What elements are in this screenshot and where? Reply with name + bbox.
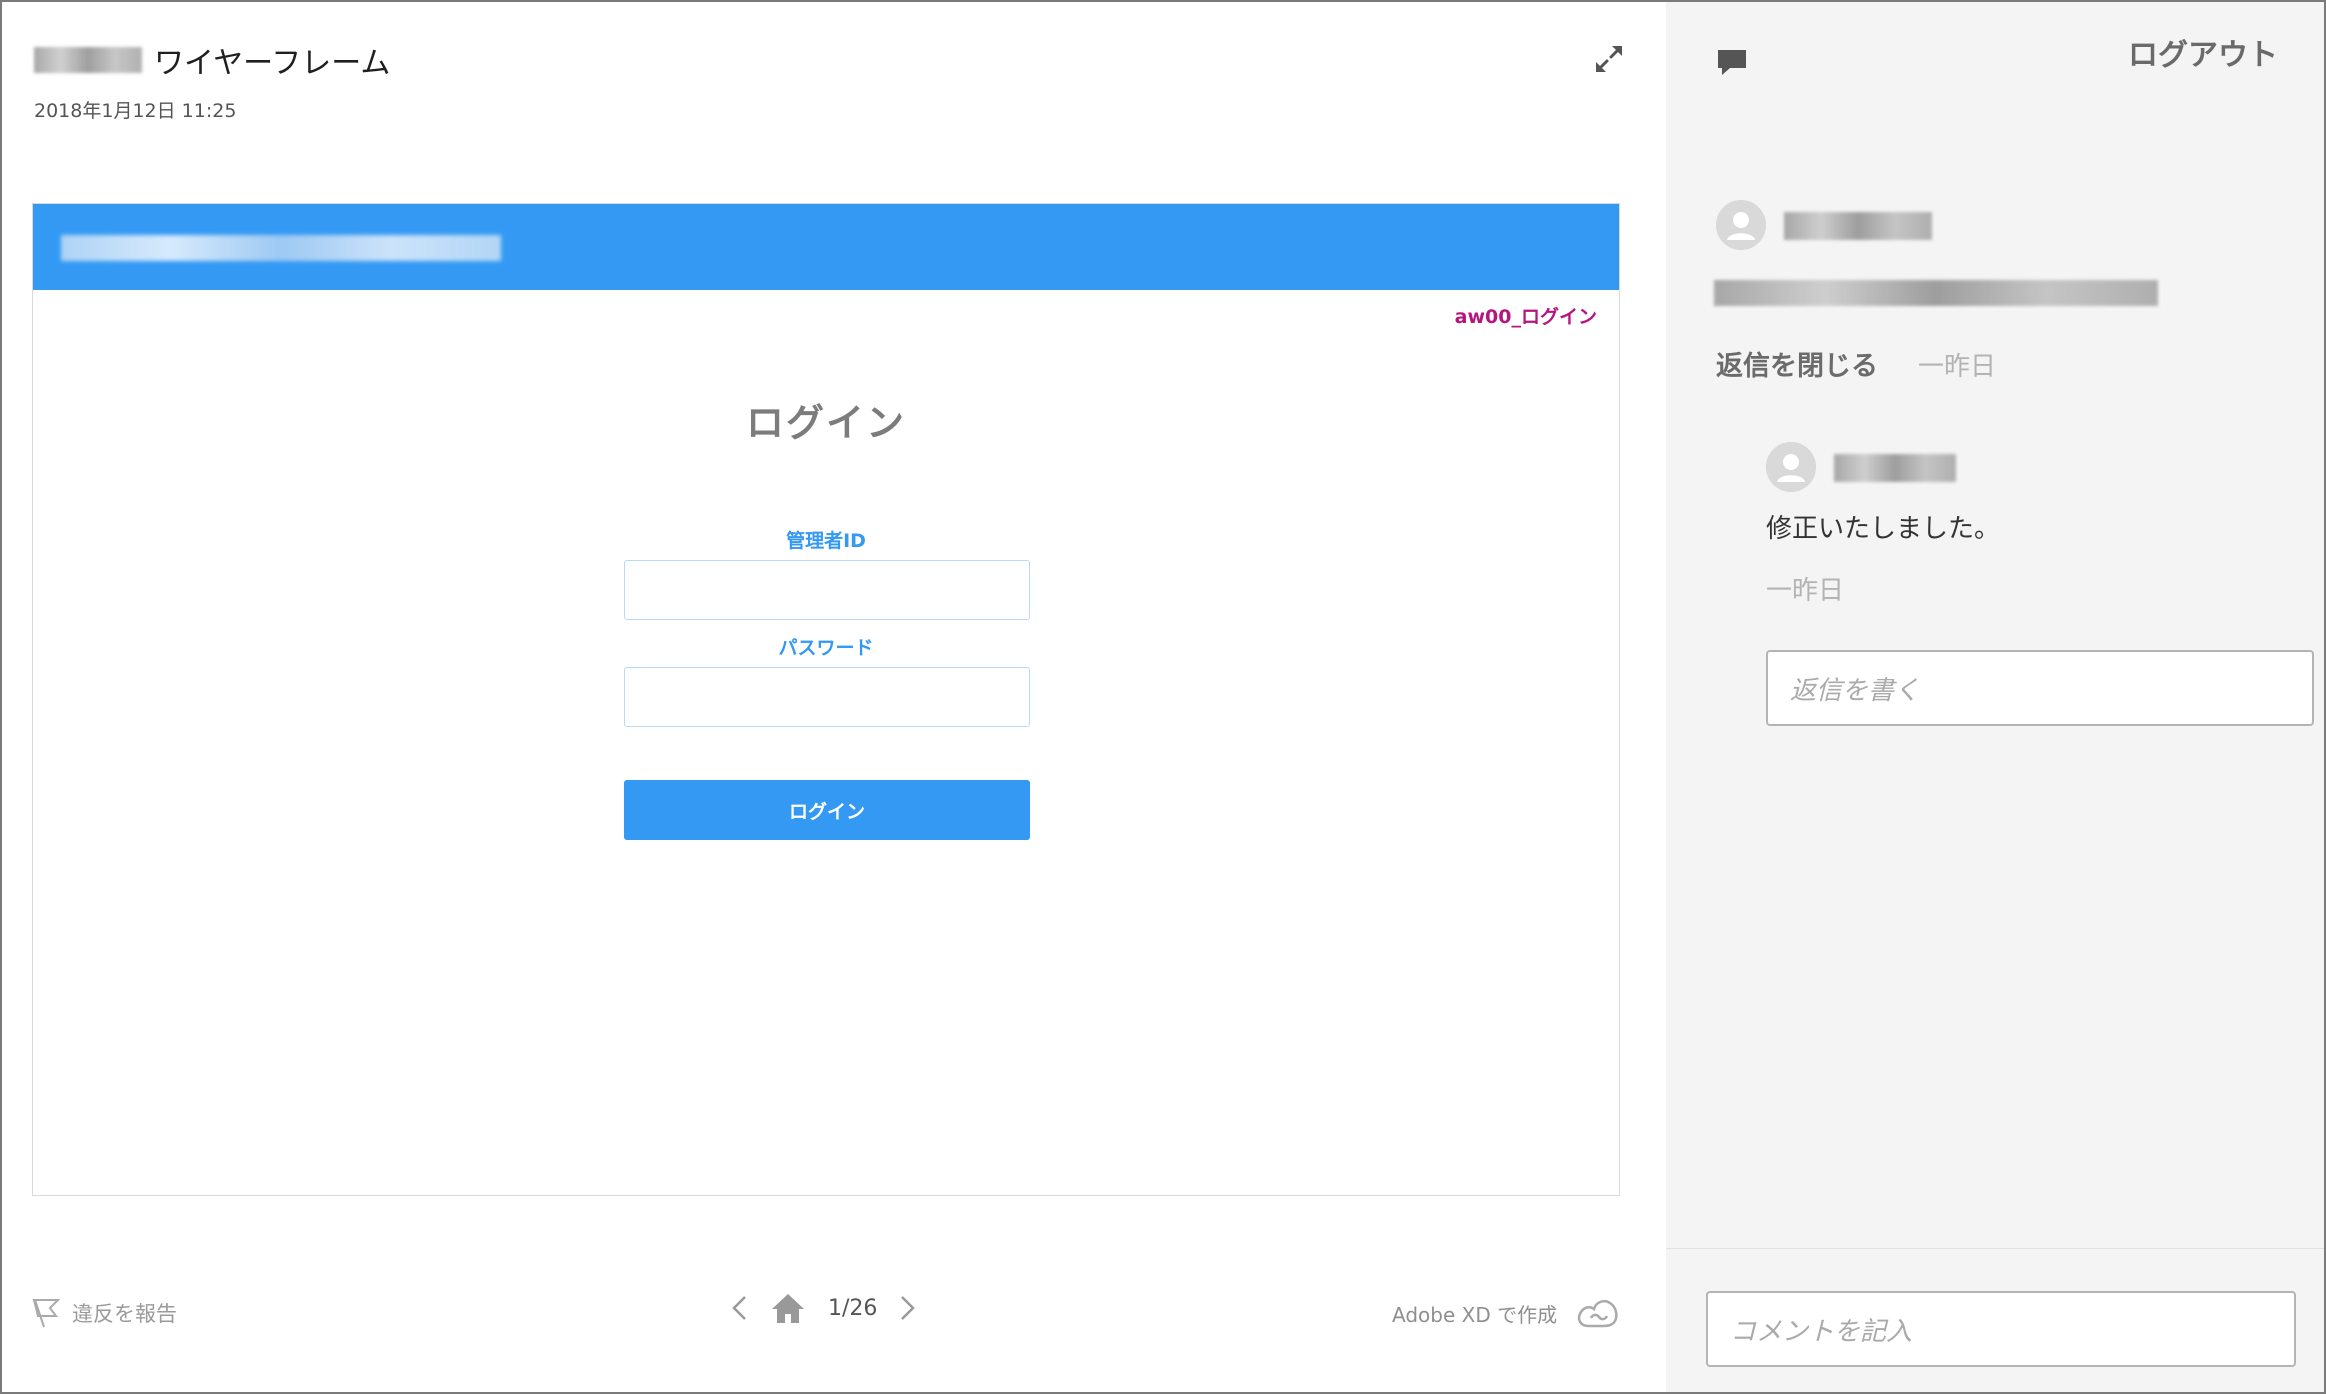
avatar-icon — [1766, 442, 1816, 492]
pager: 1/26 — [730, 1292, 917, 1324]
document-date: 2018年1月12日 11:25 — [34, 100, 237, 122]
reply-text: 修正いたしました。 — [1766, 514, 2001, 544]
sidebar-divider — [1666, 1248, 2326, 1249]
password-label: パスワード — [778, 637, 874, 659]
flag-icon — [32, 1299, 60, 1328]
made-with-label: Adobe XD で作成 — [1392, 1302, 1558, 1327]
avatar — [1766, 442, 1816, 492]
comment-icon[interactable] — [1714, 44, 1750, 80]
main-viewer: ワイヤーフレーム 2018年1月12日 11:25 aw00_ログイン ログイン… — [0, 0, 1666, 1394]
reply-input[interactable]: 返信を書く — [1766, 650, 2314, 726]
login-button[interactable]: ログイン — [624, 780, 1030, 840]
page-indicator: 1/26 — [828, 1295, 878, 1321]
avatar — [1716, 200, 1766, 250]
admin-id-label: 管理者ID — [786, 530, 866, 552]
report-violation-link[interactable]: 違反を報告 — [32, 1298, 177, 1328]
artboard-name: aw00_ログイン — [1454, 306, 1597, 328]
expand-icon — [1596, 46, 1622, 72]
artboard-header-bar — [33, 204, 1619, 290]
creative-cloud-icon — [1577, 1300, 1618, 1328]
chevron-right-icon[interactable] — [899, 1294, 917, 1322]
reply-timestamp: 一昨日 — [1766, 576, 1845, 606]
comment-text-redacted — [1714, 280, 2158, 306]
chevron-left-icon[interactable] — [730, 1294, 748, 1322]
comment-sidebar: ログアウト 返信を閉じる 一昨日 修正いたしました。 一昨日 返信を書く コメン… — [1666, 0, 2326, 1394]
comment-input[interactable]: コメントを記入 — [1706, 1291, 2296, 1367]
expand-button[interactable] — [1590, 40, 1628, 78]
commenter-name-redacted — [1784, 212, 1932, 240]
owner-name-redacted — [34, 47, 142, 73]
report-violation-label: 違反を報告 — [72, 1302, 177, 1326]
home-icon[interactable] — [770, 1292, 806, 1324]
avatar-icon — [1716, 200, 1766, 250]
document-title-text: ワイヤーフレーム — [154, 46, 391, 81]
password-field[interactable] — [624, 667, 1030, 727]
admin-id-field[interactable] — [624, 560, 1030, 620]
header-text-redacted — [61, 235, 501, 261]
artboard-preview[interactable]: aw00_ログイン ログイン 管理者ID パスワード ログイン — [32, 203, 1620, 1196]
made-with-xd[interactable]: Adobe XD で作成 — [1392, 1296, 1621, 1330]
comment-timestamp: 一昨日 — [1918, 352, 1997, 382]
logout-button[interactable]: ログアウト — [2128, 30, 2278, 74]
replier-name-redacted — [1834, 454, 1956, 482]
close-replies-button[interactable]: 返信を閉じる — [1716, 344, 1878, 383]
login-heading: ログイン — [745, 401, 906, 445]
document-title: ワイヤーフレーム — [34, 38, 390, 82]
